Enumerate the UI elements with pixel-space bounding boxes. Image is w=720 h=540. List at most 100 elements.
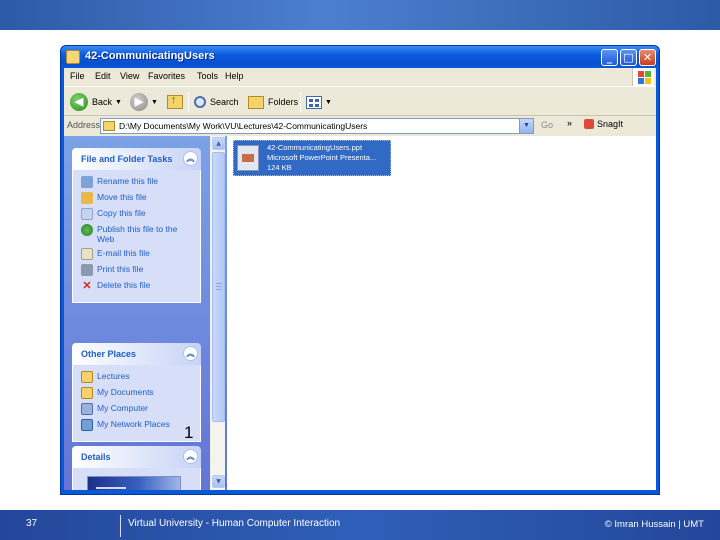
scroll-down-icon[interactable]: ▼ — [212, 475, 225, 488]
footer-credit: © Imran Hussain | UMT — [604, 519, 704, 530]
back-button[interactable]: ◀ Back ▼ — [70, 93, 122, 111]
menu-view[interactable]: View — [120, 71, 139, 81]
panel-body: Lectures My Documents My Computer My Net… — [72, 365, 201, 442]
task-rename[interactable]: Rename this file — [81, 176, 194, 188]
panel-header[interactable]: Details ︽ — [72, 446, 201, 468]
collapse-chevron-icon[interactable]: ︽ — [183, 151, 198, 166]
task-email[interactable]: E-mail this file — [81, 248, 194, 260]
other-places-panel: Other Places ︽ Lectures My Documents My … — [72, 343, 201, 442]
title-bar[interactable]: 42-CommunicatingUsers _ □ ✕ — [61, 46, 659, 68]
menu-bar: File Edit View Favorites Tools Help — [64, 68, 656, 86]
my-documents-icon — [81, 387, 93, 399]
place-lectures[interactable]: Lectures — [81, 371, 194, 383]
snagit-label: SnagIt — [597, 119, 624, 129]
menu-edit[interactable]: Edit — [95, 71, 111, 81]
window-title: 42-CommunicatingUsers — [85, 50, 215, 62]
task-copy[interactable]: Copy this file — [81, 208, 194, 220]
slide: 42-CommunicatingUsers _ □ ✕ File Edit Vi… — [0, 0, 720, 540]
place-my-documents[interactable]: My Documents — [81, 387, 194, 399]
forward-arrow-icon: ▶ — [130, 93, 148, 111]
place-label: Lectures — [97, 371, 130, 381]
panel-title: File and Folder Tasks — [81, 154, 173, 164]
chevron-down-icon: ▼ — [325, 98, 332, 106]
search-icon — [194, 96, 206, 108]
file-size: 124 KB — [267, 163, 292, 172]
task-print[interactable]: Print this file — [81, 264, 194, 276]
folder-icon — [81, 371, 93, 383]
minimize-button[interactable]: _ — [601, 49, 618, 66]
task-publish[interactable]: Publish this file to the Web — [81, 224, 194, 244]
views-icon — [306, 95, 322, 109]
place-label: My Computer — [97, 403, 149, 413]
collapse-chevron-icon[interactable]: ︽ — [183, 346, 198, 361]
address-path: D:\My Documents\My Work\VU\Lectures\42-C… — [119, 121, 368, 131]
task-pane-scrollbar[interactable]: ▲ ▼ — [210, 136, 225, 490]
file-folder-tasks-panel: File and Folder Tasks ︽ Rename this file… — [72, 148, 201, 303]
up-folder-icon: ↑ — [167, 94, 183, 109]
address-input[interactable]: D:\My Documents\My Work\VU\Lectures\42-C… — [100, 118, 534, 134]
task-delete[interactable]: ✕ Delete this file — [81, 280, 194, 292]
menu-tools[interactable]: Tools — [197, 71, 218, 81]
views-button[interactable]: ▼ — [306, 93, 332, 111]
address-label: Address — [67, 120, 101, 130]
chevron-down-icon[interactable]: ▼ — [519, 119, 533, 133]
up-folder-button[interactable]: ↑ — [167, 93, 183, 111]
back-arrow-icon: ◀ — [70, 93, 88, 111]
folder-icon — [103, 121, 115, 131]
folders-icon — [248, 95, 264, 109]
task-label: Copy this file — [97, 208, 146, 218]
maximize-button[interactable]: □ — [620, 49, 637, 66]
search-label: Search — [210, 97, 239, 107]
place-label: My Network Places — [97, 419, 170, 429]
panel-body: Rename this file Move this file Copy thi… — [72, 170, 201, 303]
address-bar: Address D:\My Documents\My Work\VU\Lectu… — [64, 116, 656, 136]
place-my-network[interactable]: My Network Places — [81, 419, 194, 431]
toolbar-separator — [300, 92, 301, 112]
folder-icon — [66, 50, 80, 64]
file-type: Microsoft PowerPoint Presenta... — [267, 153, 377, 162]
task-label: Delete this file — [97, 280, 151, 290]
close-button[interactable]: ✕ — [639, 49, 656, 66]
snagit-icon — [584, 119, 594, 129]
file-info: 42-CommunicatingUsers.ppt Microsoft Powe… — [267, 143, 376, 173]
folders-button[interactable]: Folders — [248, 93, 298, 111]
file-item[interactable]: 42-CommunicatingUsers.ppt Microsoft Powe… — [233, 140, 391, 176]
panel-header[interactable]: Other Places ︽ — [72, 343, 201, 365]
panel-header[interactable]: File and Folder Tasks ︽ — [72, 148, 201, 170]
details-panel: Details ︽ — [72, 446, 201, 490]
email-icon — [81, 248, 93, 260]
snagit-button[interactable]: SnagIt — [584, 119, 623, 129]
scroll-up-icon[interactable]: ▲ — [212, 137, 225, 150]
search-button[interactable]: Search — [194, 93, 239, 111]
menu-favorites[interactable]: Favorites — [148, 71, 185, 81]
task-label: Print this file — [97, 264, 144, 274]
delete-icon: ✕ — [82, 280, 92, 292]
chevron-down-icon: ▼ — [151, 98, 158, 106]
folders-label: Folders — [268, 97, 299, 107]
menu-file[interactable]: File — [70, 71, 85, 81]
back-label: Back — [92, 97, 113, 107]
task-label: Move this file — [97, 192, 147, 202]
scrollbar-thumb[interactable] — [212, 152, 225, 422]
task-label: E-mail this file — [97, 248, 150, 258]
panel-body — [72, 468, 201, 490]
course-title: Virtual University - Human Computer Inte… — [128, 518, 341, 529]
task-move[interactable]: Move this file — [81, 192, 194, 204]
footer-divider — [120, 515, 121, 537]
links-chevron[interactable]: » — [567, 118, 572, 128]
panel-title: Details — [81, 452, 111, 462]
toolbar: ◀ Back ▼ ▶ ▼ ↑ Search Folders ▼ — [64, 86, 656, 116]
printer-icon — [81, 264, 93, 276]
collapse-chevron-icon[interactable]: ︽ — [183, 449, 198, 464]
forward-button[interactable]: ▶ ▼ — [130, 93, 158, 111]
task-label: Rename this file — [97, 176, 158, 186]
go-button[interactable]: Go — [541, 120, 553, 130]
toolbar-separator — [188, 92, 189, 112]
file-list: 42-CommunicatingUsers.ppt Microsoft Powe… — [227, 136, 656, 490]
place-my-computer[interactable]: My Computer — [81, 403, 194, 415]
file-name: 42-CommunicatingUsers.ppt — [267, 143, 363, 152]
menu-help[interactable]: Help — [225, 71, 244, 81]
explorer-window: 42-CommunicatingUsers _ □ ✕ File Edit Vi… — [60, 45, 660, 495]
slide-header-band — [0, 0, 720, 30]
chevron-down-icon: ▼ — [115, 98, 122, 106]
